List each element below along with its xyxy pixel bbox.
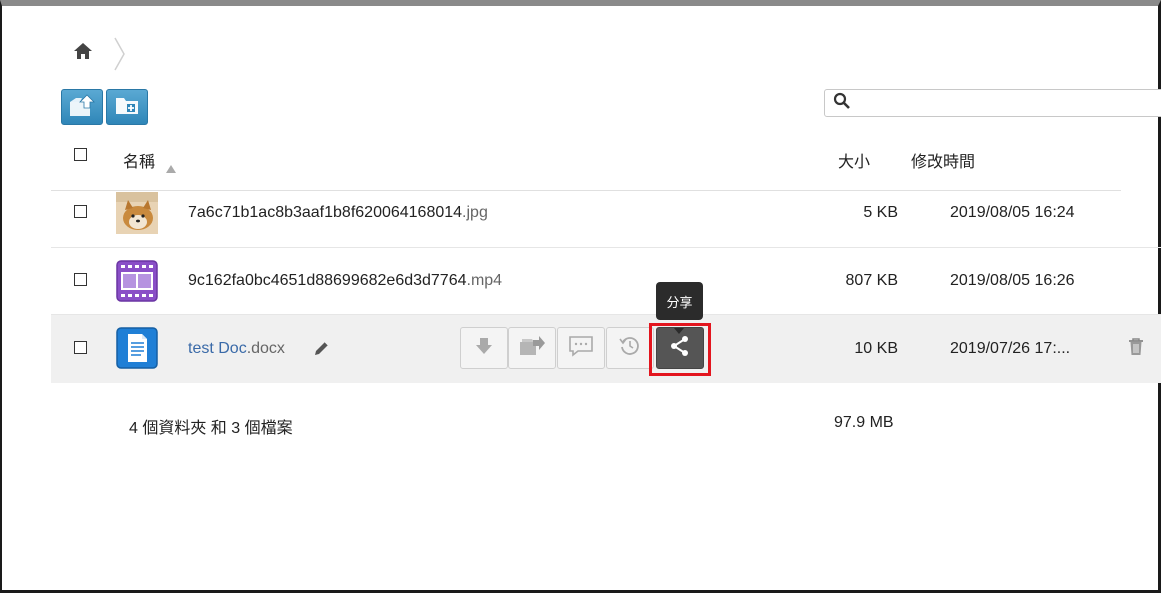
file-name[interactable]: 9c162fa0bc4651d88699682e6d3d7764.mp4 — [188, 272, 502, 290]
table-row[interactable]: test Doc.docx 10 KB 2019/07/26 17:... — [51, 315, 1161, 383]
rename-pencil-icon[interactable] — [313, 339, 331, 361]
upload-button[interactable] — [61, 89, 103, 125]
comment-icon — [568, 335, 594, 361]
move-copy-button[interactable] — [508, 327, 556, 369]
column-header-size[interactable]: 大小 — [838, 148, 870, 172]
file-name-base: 9c162fa0bc4651d88699682e6d3d7764 — [188, 272, 467, 289]
column-header-name[interactable]: 名稱 — [123, 148, 155, 172]
download-button[interactable] — [460, 327, 508, 369]
row-checkbox[interactable] — [74, 205, 87, 218]
move-file-icon — [517, 334, 547, 362]
history-icon — [618, 334, 642, 362]
row-checkbox[interactable] — [74, 273, 87, 286]
video-icon — [116, 260, 158, 302]
search-input[interactable] — [857, 95, 1147, 111]
file-name-base: test Doc — [188, 340, 247, 357]
new-folder-icon — [113, 92, 141, 122]
image-thumbnail — [116, 192, 158, 234]
file-modified: 2019/07/26 17:... — [950, 340, 1071, 357]
share-button-highlight — [649, 323, 711, 376]
file-extension: .mp4 — [466, 272, 503, 289]
home-icon[interactable] — [72, 40, 94, 62]
file-size: 10 KB — [854, 340, 898, 357]
download-icon — [473, 335, 495, 361]
row-checkbox[interactable] — [74, 341, 87, 354]
trash-icon[interactable] — [1127, 337, 1145, 361]
upload-icon — [67, 92, 97, 122]
select-all-checkbox[interactable] — [74, 148, 87, 161]
summary-total-size: 97.9 MB — [834, 414, 894, 431]
file-name[interactable]: test Doc.docx — [188, 340, 285, 358]
file-extension: .jpg — [462, 204, 488, 221]
column-header-modified[interactable]: 修改時間 — [911, 148, 975, 172]
search-icon — [833, 92, 851, 114]
comment-button[interactable] — [557, 327, 605, 369]
document-icon — [116, 327, 158, 369]
sort-ascending-icon[interactable] — [166, 158, 176, 177]
table-row[interactable]: 7a6c71b1ac8b3aaf1b8f620064168014.jpg 5 K… — [51, 180, 1161, 248]
file-modified: 2019/08/05 16:26 — [950, 272, 1075, 289]
new-folder-button[interactable] — [106, 89, 148, 125]
search-box[interactable] — [824, 89, 1161, 117]
summary-counts: 4 個資料夾 和 3 個檔案 — [129, 420, 293, 437]
version-history-button[interactable] — [606, 327, 654, 369]
share-tooltip: 分享 — [656, 282, 703, 320]
file-modified: 2019/08/05 16:24 — [950, 204, 1075, 221]
file-name-base: 7a6c71b1ac8b3aaf1b8f620064168014 — [188, 204, 463, 221]
table-row[interactable]: 9c162fa0bc4651d88699682e6d3d7764.mp4 807… — [51, 247, 1161, 315]
file-extension: .docx — [246, 340, 285, 357]
file-size: 5 KB — [863, 204, 898, 221]
file-name[interactable]: 7a6c71b1ac8b3aaf1b8f620064168014.jpg — [188, 204, 488, 222]
file-size: 807 KB — [845, 272, 898, 289]
breadcrumb-separator-icon — [112, 36, 128, 72]
